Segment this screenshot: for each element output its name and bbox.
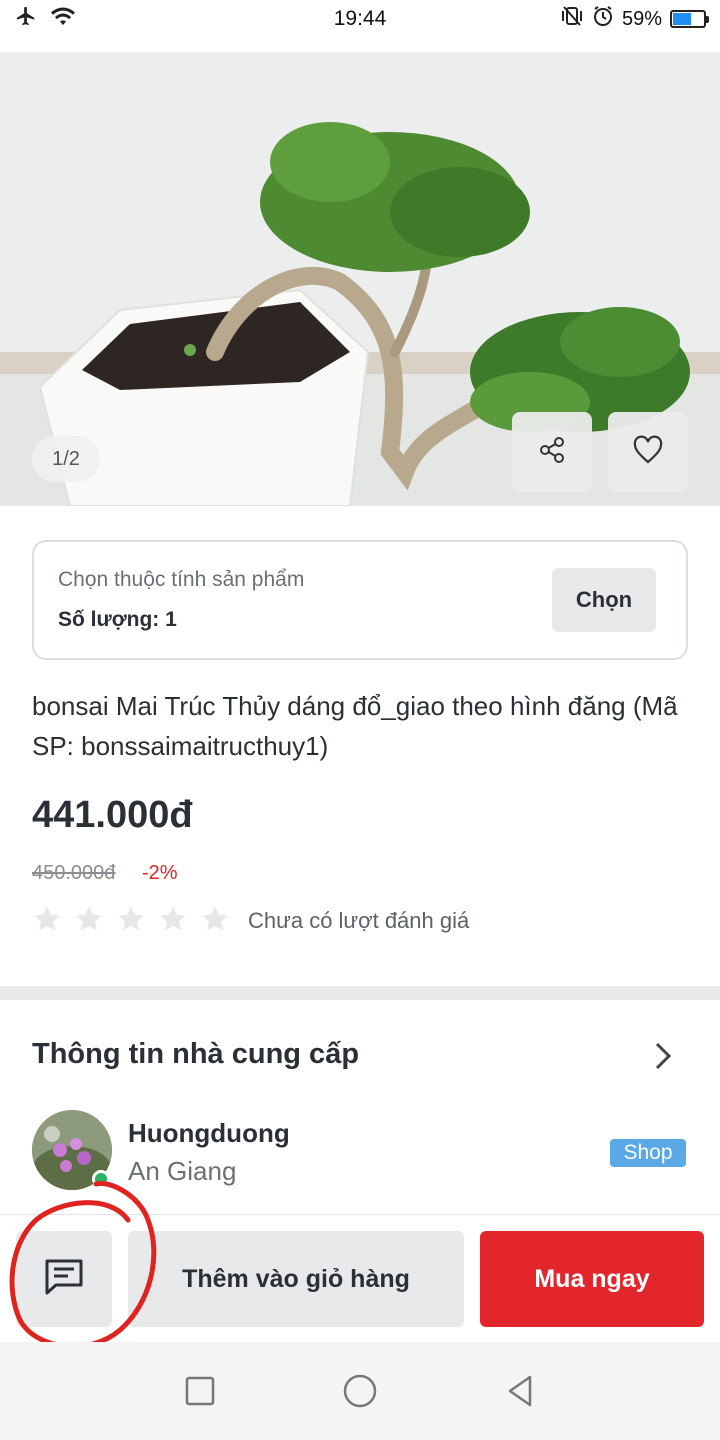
alarm-icon [592,5,614,33]
shop-name[interactable]: Huongduong [128,1118,290,1149]
shop-badge: Shop [610,1139,686,1167]
vibrate-icon [560,5,584,33]
chat-button[interactable] [16,1231,112,1327]
shop-location: An Giang [128,1156,237,1186]
online-status-dot [92,1170,110,1188]
star-icon [202,906,228,931]
product-title: bonsai Mai Trúc Thủy dáng đổ_giao theo h… [32,691,678,761]
recents-icon[interactable] [182,1373,218,1409]
rating-stars [32,904,230,934]
action-bar: Thêm vào giỏ hàng Mua ngay [0,1214,720,1342]
system-nav-bar [0,1342,720,1440]
star-icon [118,906,144,931]
discount-badge: -2% [142,862,178,884]
star-icon [34,906,60,931]
star-icon [76,906,102,931]
airplane-icon [14,5,38,33]
share-icon [537,435,567,470]
rating-text: Chưa có lượt đánh giá [248,908,470,933]
buy-now-button[interactable]: Mua ngay [480,1231,704,1327]
battery-icon [670,10,709,28]
share-button[interactable] [512,412,592,492]
battery-percent: 59% [621,7,662,30]
status-bar: 19:44 59% [0,0,720,38]
image-counter: 1/2 [32,436,100,482]
chevron-right-icon[interactable] [652,1040,674,1072]
chat-icon [42,1257,86,1302]
star-icon [160,906,186,931]
original-price: 450.000đ [32,862,116,884]
choose-button[interactable]: Chọn [552,568,656,632]
variant-selector: Chọn thuộc tính sản phẩm Số lượng: 1 Chọ… [32,540,688,660]
wifi-icon [50,5,76,33]
home-icon[interactable] [342,1373,378,1409]
supplier-section-title[interactable]: Thông tin nhà cung cấp [32,1038,359,1071]
product-price: 441.000đ [32,794,193,836]
section-divider [0,986,720,1000]
add-to-cart-button[interactable]: Thêm vào giỏ hàng [128,1231,464,1327]
heart-icon [632,435,664,470]
favorite-button[interactable] [608,412,688,492]
back-icon[interactable] [502,1373,538,1409]
clock: 19:44 [333,7,387,30]
